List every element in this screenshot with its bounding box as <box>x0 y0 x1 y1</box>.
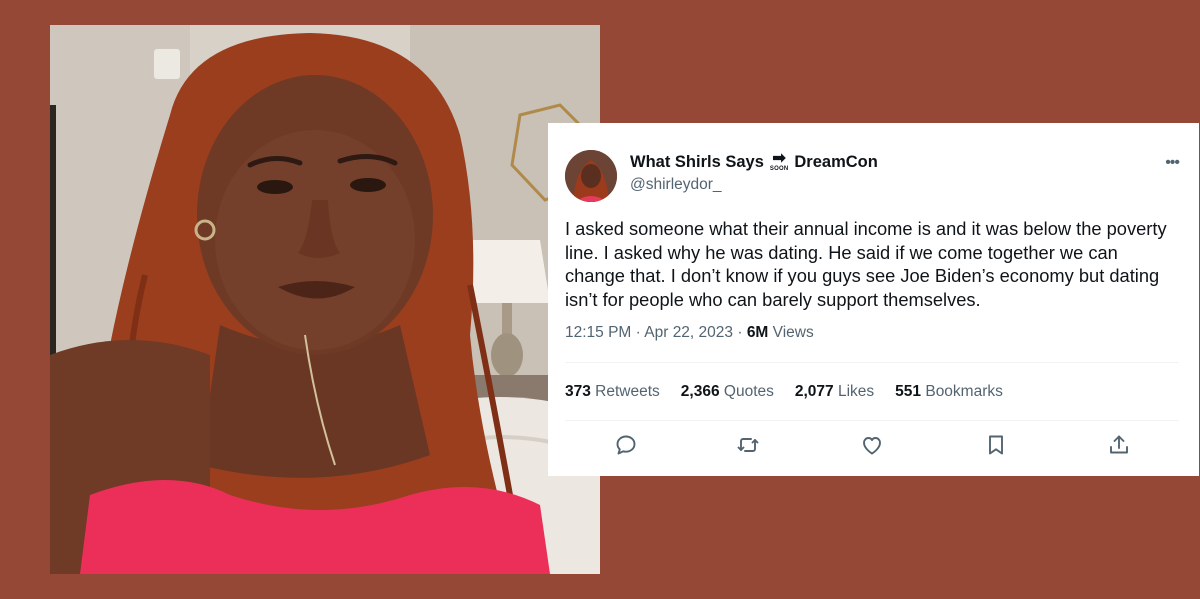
author-names: What Shirls Says ➡ SOON DreamCon @shirle… <box>630 150 878 194</box>
profile-photo <box>50 25 600 574</box>
likes-stat[interactable]: 2,077 Likes <box>795 383 874 401</box>
timestamp-text[interactable]: 12:15 PM · Apr 22, 2023 · <box>565 324 747 341</box>
share-icon[interactable] <box>1107 433 1133 459</box>
divider <box>565 362 1179 363</box>
display-name[interactable]: What Shirls Says ➡ SOON DreamCon <box>630 150 878 173</box>
tweet-card: What Shirls Says ➡ SOON DreamCon @shirle… <box>548 123 1199 476</box>
views-label: Views <box>768 324 814 341</box>
quotes-stat[interactable]: 2,366 Quotes <box>681 383 774 401</box>
tweet-actions <box>548 433 1199 461</box>
bookmark-icon[interactable] <box>984 433 1010 459</box>
display-name-part1: What Shirls Says <box>630 153 764 171</box>
more-options-icon[interactable]: ••• <box>1165 154 1180 172</box>
retweets-stat[interactable]: 373 Retweets <box>565 383 660 401</box>
views-count: 6M <box>746 324 769 341</box>
bookmarks-stat[interactable]: 551 Bookmarks <box>895 383 1003 401</box>
tweet-header: What Shirls Says ➡ SOON DreamCon @shirle… <box>565 150 1180 202</box>
tweet-timestamp: 12:15 PM · Apr 22, 2023 · 6M Views <box>565 324 814 342</box>
handle[interactable]: @shirleydor_ <box>630 176 878 194</box>
display-name-part2: DreamCon <box>794 153 878 171</box>
like-icon[interactable] <box>860 433 886 459</box>
avatar[interactable] <box>565 150 617 202</box>
tweet-stats: 373 Retweets 2,366 Quotes 2,077 Likes 55… <box>565 383 1003 401</box>
reply-icon[interactable] <box>614 433 640 459</box>
soon-arrow-icon: ➡ SOON <box>769 150 789 173</box>
retweet-icon[interactable] <box>736 433 762 459</box>
tweet-text: I asked someone what their annual income… <box>565 218 1167 310</box>
divider <box>565 420 1179 421</box>
